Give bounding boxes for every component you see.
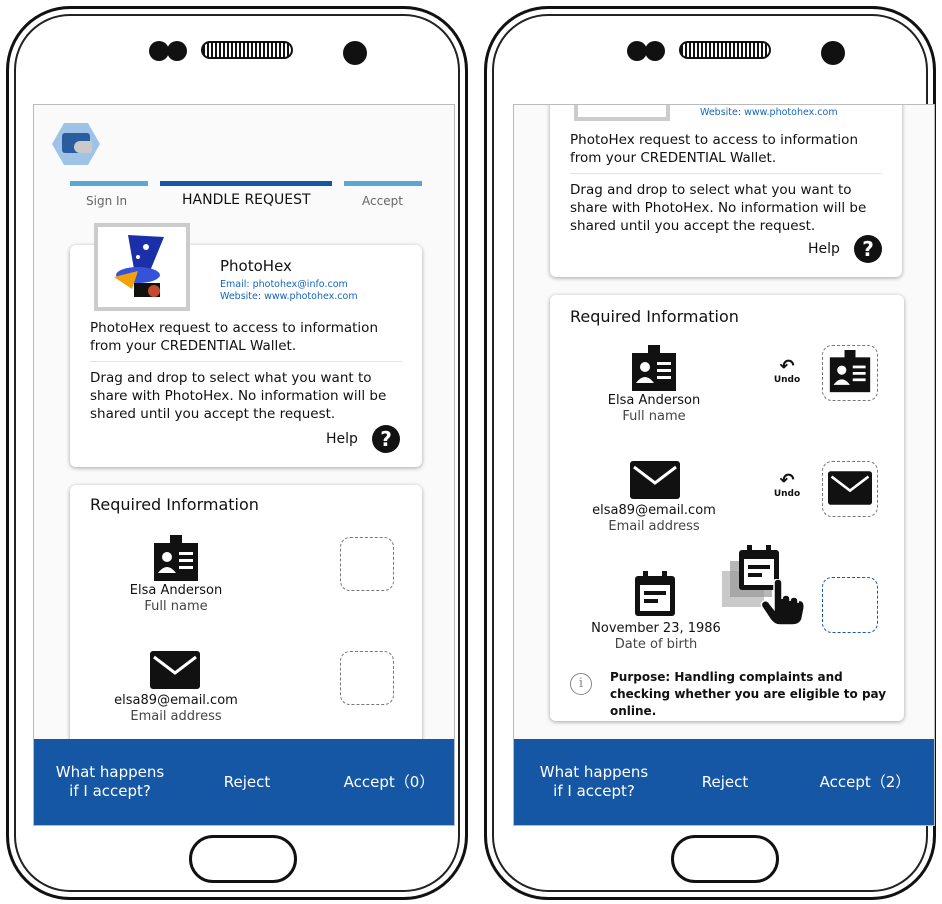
action-footer: What happens if I accept? Reject Accept（…: [514, 739, 934, 825]
what-happens-link[interactable]: What happens if I accept?: [50, 763, 170, 801]
requester-avatar: [574, 105, 670, 121]
step-accept[interactable]: Accept: [362, 194, 403, 208]
phone-frame-right: Website: www.photohex.com PhotoHex reque…: [484, 6, 936, 900]
info-icon[interactable]: i: [570, 673, 592, 695]
item-value-email: elsa89@email.com: [114, 693, 238, 708]
app-screen-left: Sign In HANDLE REQUEST Accept PhotoHex E…: [33, 104, 455, 826]
reject-button[interactable]: Reject: [212, 773, 282, 792]
undo-full-name[interactable]: ↶ Undo: [772, 356, 802, 386]
sensor-dot: [149, 41, 169, 61]
help-icon[interactable]: ?: [854, 235, 882, 263]
phone-frame-left: Sign In HANDLE REQUEST Accept PhotoHex E…: [6, 6, 468, 900]
id-card-icon[interactable]: [152, 535, 200, 583]
sensor-dot: [627, 41, 647, 61]
sensor-dot: [167, 41, 187, 61]
id-card-icon[interactable]: [630, 345, 678, 393]
requester-card: Website: www.photohex.com PhotoHex reque…: [550, 105, 902, 277]
requester-website[interactable]: Website: www.photohex.com: [700, 107, 838, 118]
step-bar-handle-request: [160, 181, 332, 186]
item-label-date-of-birth: Date of birth: [614, 637, 698, 652]
required-info-title: Required Information: [90, 495, 259, 514]
required-info-card: Required Information Elsa Anderson Full …: [70, 485, 422, 755]
home-button[interactable]: [189, 835, 297, 883]
purpose-text: Purpose: Handling complaints and checkin…: [610, 670, 887, 718]
accept-button[interactable]: Accept（0）: [334, 773, 444, 792]
front-camera: [821, 41, 845, 65]
undo-arrow-icon: ↶: [779, 356, 795, 377]
item-label-email: Email address: [608, 519, 700, 534]
requester-name: PhotoHex: [220, 257, 292, 275]
drop-zone-email[interactable]: [822, 461, 878, 517]
item-value-full-name: Elsa Anderson: [607, 393, 701, 408]
required-info-title: Required Information: [570, 307, 739, 326]
item-value-email: elsa89@email.com: [592, 503, 716, 518]
drop-zone-full-name[interactable]: [340, 537, 394, 591]
divider: [90, 361, 402, 362]
envelope-icon[interactable]: [630, 461, 680, 499]
drop-zone-date-of-birth[interactable]: [822, 577, 878, 633]
help-label[interactable]: Help: [808, 241, 840, 257]
speaker-grille: [201, 41, 293, 59]
what-happens-link[interactable]: What happens if I accept?: [534, 763, 654, 801]
item-value-full-name: Elsa Anderson: [129, 583, 223, 598]
instructions-text: Drag and drop to select what you want to…: [90, 370, 387, 422]
item-label-full-name: Full name: [144, 599, 208, 614]
speaker-grille: [679, 41, 771, 59]
requester-card: PhotoHex Email: photohex@info.com Websit…: [70, 223, 422, 467]
divider: [570, 173, 882, 174]
undo-email[interactable]: ↶ Undo: [772, 470, 802, 500]
app-screen-right: Website: www.photohex.com PhotoHex reque…: [513, 104, 935, 826]
reject-button[interactable]: Reject: [690, 773, 760, 792]
drop-zone-full-name[interactable]: [822, 345, 878, 401]
wizard-mascot-icon: [114, 235, 164, 297]
id-card-icon: [829, 350, 871, 393]
hand-cursor-icon: [760, 579, 805, 626]
required-info-card: Required Information Elsa Anderson Full …: [550, 295, 904, 721]
accept-button[interactable]: Accept（2）: [812, 773, 918, 792]
request-text: PhotoHex request to access to informatio…: [570, 132, 859, 166]
request-text: PhotoHex request to access to informatio…: [90, 320, 379, 354]
sensor-dot: [645, 41, 665, 61]
step-bar-sign-in: [70, 181, 148, 186]
envelope-icon: [828, 471, 872, 505]
step-bar-accept: [344, 181, 422, 186]
requester-avatar: [94, 223, 190, 311]
wallet-logo-icon: [52, 123, 100, 165]
step-sign-in[interactable]: Sign In: [86, 194, 127, 208]
requester-email[interactable]: Email: photohex@info.com: [220, 279, 348, 290]
front-camera: [343, 41, 367, 65]
item-label-full-name: Full name: [622, 409, 686, 424]
help-icon[interactable]: ?: [372, 425, 400, 453]
calendar-icon[interactable]: [634, 571, 676, 617]
envelope-icon[interactable]: [150, 651, 200, 689]
item-value-date-of-birth: November 23, 1986: [591, 621, 721, 636]
help-label[interactable]: Help: [326, 431, 358, 447]
undo-arrow-icon: ↶: [779, 470, 795, 491]
requester-website[interactable]: Website: www.photohex.com: [220, 291, 358, 302]
home-button[interactable]: [671, 835, 779, 883]
step-handle-request[interactable]: HANDLE REQUEST: [182, 192, 311, 208]
instructions-text: Drag and drop to select what you want to…: [570, 182, 867, 234]
item-label-email: Email address: [130, 709, 222, 724]
drop-zone-email[interactable]: [340, 651, 394, 705]
action-footer: What happens if I accept? Reject Accept（…: [34, 739, 454, 825]
